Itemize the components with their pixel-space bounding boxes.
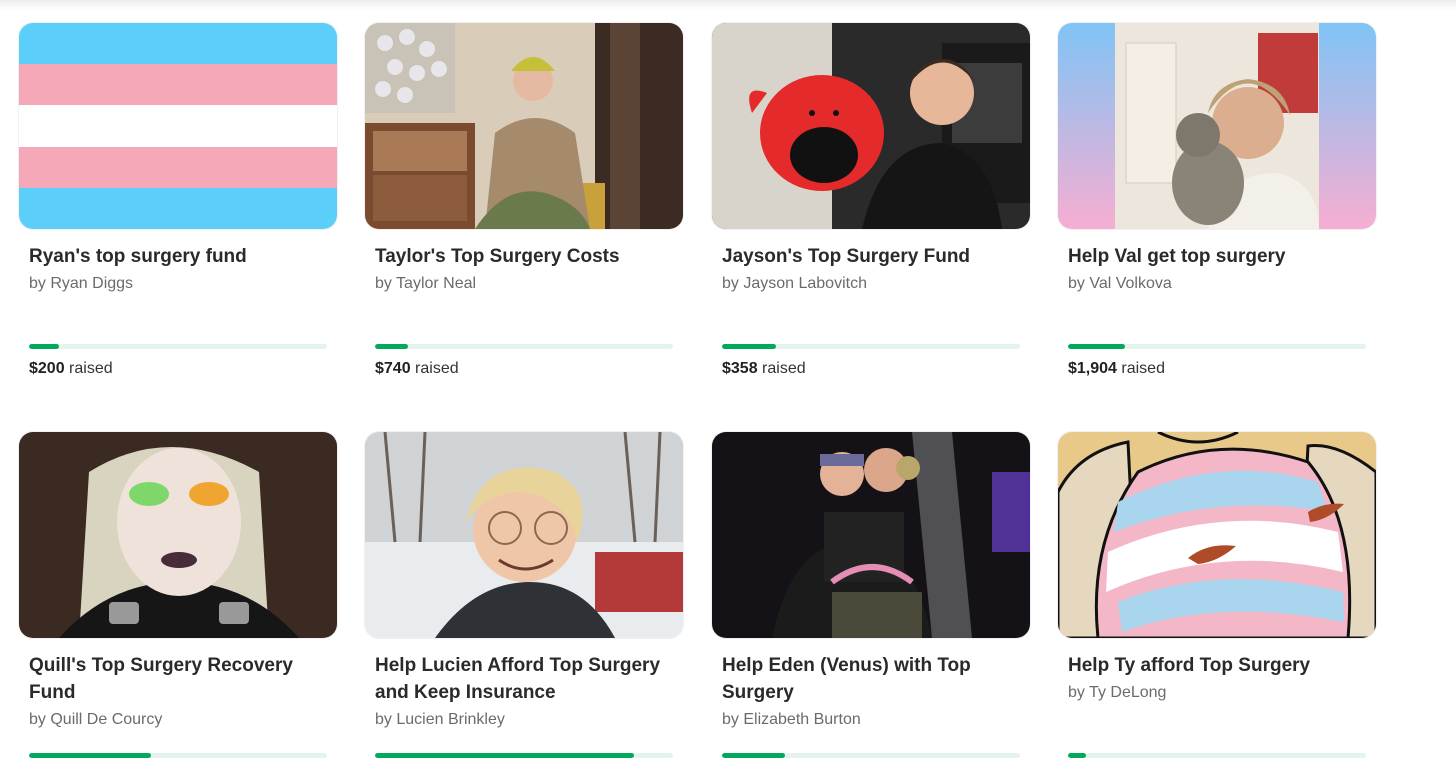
fundraiser-card[interactable]: Ryan's top surgery fund by Ryan Diggs $2… <box>19 23 337 377</box>
fundraiser-title[interactable]: Help Eden (Venus) with Top Surgery <box>722 652 1022 706</box>
fundraiser-card[interactable]: Help Ty afford Top Surgery by Ty DeLong <box>1058 432 1376 758</box>
fundraiser-card[interactable]: Help Val get top surgery by Val Volkova … <box>1058 23 1376 377</box>
fundraiser-organizer: by Quill De Courcy <box>29 711 163 728</box>
fundraiser-title[interactable]: Quill's Top Surgery Recovery Fund <box>29 652 329 706</box>
progress-bar <box>1068 344 1366 349</box>
progress-bar <box>722 753 1020 758</box>
fundraiser-title[interactable]: Taylor's Top Surgery Costs <box>375 243 675 270</box>
raised-label: raised <box>415 360 459 377</box>
progress-fill <box>375 344 408 349</box>
fundraiser-title[interactable]: Help Ty afford Top Surgery <box>1068 652 1368 679</box>
fundraiser-organizer: by Ryan Diggs <box>29 275 134 292</box>
fundraiser-organizer: by Ty DeLong <box>1068 684 1167 701</box>
progress-bar <box>1068 753 1366 758</box>
amount-raised: $200 raised <box>29 360 113 378</box>
raised-label: raised <box>69 360 113 377</box>
amount-raised: $740 raised <box>375 360 459 378</box>
raised-amount: $1,904 <box>1068 360 1117 377</box>
fundraiser-card[interactable]: Quill's Top Surgery Recovery Fund by Qui… <box>19 432 337 758</box>
amount-raised: $358 raised <box>722 360 806 378</box>
progress-fill <box>29 344 59 349</box>
fundraiser-title[interactable]: Jayson's Top Surgery Fund <box>722 243 1022 270</box>
fundraiser-photo[interactable] <box>712 432 1030 638</box>
fundraiser-photo[interactable] <box>365 23 683 229</box>
progress-bar <box>375 753 673 758</box>
top-edge-shadow <box>0 0 1456 10</box>
progress-bar <box>375 344 673 349</box>
progress-fill <box>722 753 785 758</box>
fundraiser-title[interactable]: Help Lucien Afford Top Surgery and Keep … <box>375 652 675 706</box>
raised-label: raised <box>1121 360 1165 377</box>
amount-raised: $1,904 raised <box>1068 360 1165 378</box>
fundraiser-card[interactable]: Jayson's Top Surgery Fund by Jayson Labo… <box>712 23 1030 377</box>
fundraiser-illustration[interactable] <box>1058 432 1376 638</box>
progress-fill <box>1068 344 1125 349</box>
fundraiser-title[interactable]: Help Val get top surgery <box>1068 243 1368 270</box>
progress-fill <box>29 753 152 758</box>
fundraiser-photo[interactable] <box>712 23 1030 229</box>
progress-bar <box>29 344 327 349</box>
fundraiser-organizer: by Elizabeth Burton <box>722 711 861 728</box>
progress-bar <box>722 344 1020 349</box>
fundraiser-title[interactable]: Ryan's top surgery fund <box>29 243 329 270</box>
fundraiser-organizer: by Val Volkova <box>1068 275 1172 292</box>
raised-amount: $358 <box>722 360 758 377</box>
fundraiser-photo[interactable] <box>19 432 337 638</box>
raised-amount: $200 <box>29 360 65 377</box>
progress-fill <box>1068 753 1086 758</box>
raised-amount: $740 <box>375 360 411 377</box>
trans-flag-image[interactable] <box>19 23 337 229</box>
progress-fill <box>375 753 635 758</box>
raised-label: raised <box>762 360 806 377</box>
fundraiser-card[interactable]: Taylor's Top Surgery Costs by Taylor Nea… <box>365 23 683 377</box>
fundraiser-photo[interactable] <box>1058 23 1376 229</box>
fundraiser-card[interactable]: Help Lucien Afford Top Surgery and Keep … <box>365 432 683 758</box>
fundraiser-photo[interactable] <box>365 432 683 638</box>
fundraiser-organizer: by Jayson Labovitch <box>722 275 867 292</box>
fundraiser-organizer: by Taylor Neal <box>375 275 477 292</box>
progress-fill <box>722 344 776 349</box>
progress-bar <box>29 753 327 758</box>
fundraiser-card[interactable]: Help Eden (Venus) with Top Surgery by El… <box>712 432 1030 758</box>
fundraiser-organizer: by Lucien Brinkley <box>375 711 505 728</box>
